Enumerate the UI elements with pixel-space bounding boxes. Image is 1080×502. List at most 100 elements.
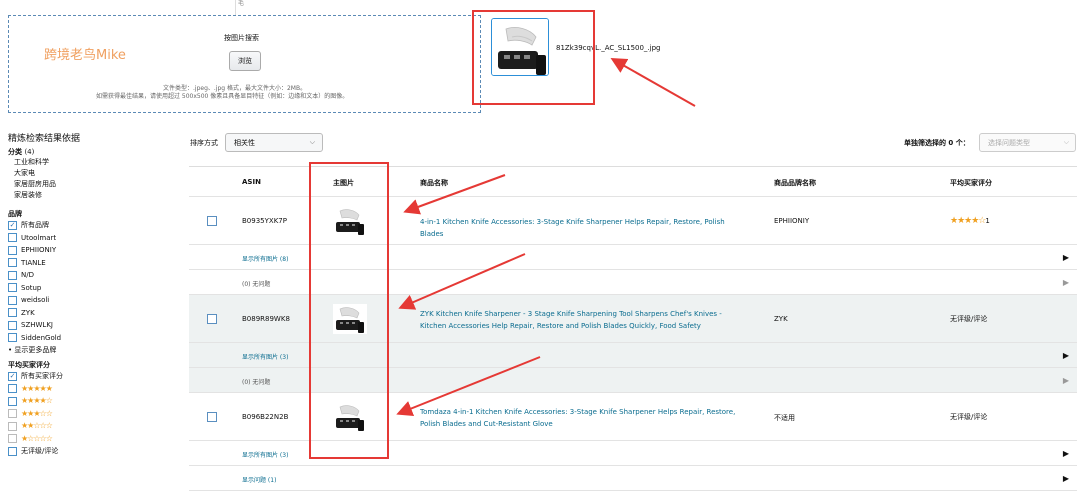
star-rating-icon: ★★★★★: [21, 383, 53, 393]
watermark-text: 跨境老鸟Mike: [44, 48, 126, 63]
checkbox-icon[interactable]: [8, 320, 17, 330]
expand-triangle-icon[interactable]: ▶: [1063, 278, 1069, 287]
filter-label: weidsoli: [21, 296, 50, 304]
filter-label: 无评级/评论: [21, 447, 59, 455]
arrow-to-preview: [610, 58, 696, 107]
category-title: 分类 (4): [8, 147, 183, 157]
brand-filter-item[interactable]: Utoolmart: [8, 232, 183, 245]
filter-label: SiddenGold: [21, 333, 62, 342]
brand-filter-item[interactable]: Sotup: [8, 282, 183, 295]
questions-row[interactable]: (0) 无问题: [242, 279, 270, 288]
expand-triangle-icon[interactable]: ▶: [1063, 253, 1069, 262]
row-product-title-link[interactable]: Tomdaza 4-in-1 Kitchen Knife Accessories…: [420, 406, 750, 430]
sort-value: 相关性: [234, 138, 255, 147]
rating-text: 无评级/评论: [950, 413, 988, 421]
rating-filter-item[interactable]: ★★☆☆☆: [8, 420, 183, 433]
rating-filter-item[interactable]: ★★★★★: [8, 383, 183, 396]
rating-count: 1: [985, 217, 990, 225]
rating-filter-item[interactable]: ★★★☆☆: [8, 408, 183, 421]
sort-dropdown[interactable]: 相关性 ⌵: [225, 133, 323, 152]
filter-label: N/D: [21, 271, 34, 279]
rating-filter-item[interactable]: 无评级/评论: [8, 445, 183, 458]
checkbox-icon[interactable]: [8, 384, 17, 394]
show-all-images-link[interactable]: 显示所有图片 (8): [242, 254, 288, 263]
checkbox-checked-icon[interactable]: ✓: [8, 371, 17, 381]
row-checkbox[interactable]: [207, 412, 217, 422]
checkbox-icon[interactable]: [8, 333, 17, 343]
checkbox-icon[interactable]: [8, 283, 17, 293]
annotation-box-image-column: [309, 162, 389, 459]
brand-title: 品牌: [8, 210, 22, 218]
show-all-images-link[interactable]: 显示所有图片 (3): [242, 450, 288, 459]
selected-count-label: 单独筛选择的 0 个：: [904, 139, 970, 147]
filter-label: EPHIIONIY: [21, 246, 57, 254]
upload-title: 按图片搜索: [224, 34, 259, 42]
category-item[interactable]: 家居厨房用品: [14, 179, 183, 190]
brand-filter-item[interactable]: TIANLE: [8, 257, 183, 270]
brand-filter-item[interactable]: SZHWLKJ: [8, 319, 183, 332]
header-asin: ASIN: [242, 178, 261, 186]
table-subrow[interactable]: 显示问题 (1) ▶: [189, 466, 1077, 491]
row-brand: 不适用: [774, 414, 795, 422]
filter-label: 所有品牌: [21, 221, 49, 229]
checkbox-checked-icon[interactable]: ✓: [8, 220, 17, 230]
brand-filter-item[interactable]: ZYK: [8, 307, 183, 320]
star-rating-icon: ★★★★☆: [950, 216, 986, 226]
checkbox-icon[interactable]: [8, 308, 17, 318]
category-item[interactable]: 家居装修: [14, 190, 183, 201]
star-rating-icon: ★☆☆☆☆: [21, 433, 53, 443]
brand-filter-item[interactable]: EPHIIONIY: [8, 244, 183, 257]
filter-label: ZYK: [21, 308, 35, 317]
row-product-title-link[interactable]: ZYK Kitchen Knife Sharpener - 3 Stage Kn…: [420, 308, 750, 332]
browse-button[interactable]: 浏览: [229, 51, 261, 71]
category-list: 工业和科学 大家电 家居厨房用品 家居装修: [8, 157, 183, 201]
category-item[interactable]: 工业和科学: [14, 157, 183, 168]
row-asin: B089R89WK8: [242, 315, 290, 323]
brand-filter-item[interactable]: N/D: [8, 269, 183, 282]
checkbox-icon[interactable]: [8, 434, 17, 444]
checkbox-icon[interactable]: [8, 421, 17, 431]
rating-filter-item[interactable]: ★★★★☆: [8, 395, 183, 408]
show-more-brands-link[interactable]: • 显示更多品牌: [8, 344, 183, 356]
category-count: (4): [24, 148, 35, 156]
expand-triangle-icon[interactable]: ▶: [1063, 449, 1069, 458]
checkbox-icon[interactable]: [8, 396, 17, 406]
brand-filter-item[interactable]: ✓ 所有品牌: [8, 219, 183, 232]
filter-label: SZHWLKJ: [21, 321, 53, 329]
questions-row[interactable]: 显示问题 (1): [242, 475, 276, 484]
checkbox-icon[interactable]: [8, 409, 17, 419]
checkbox-icon[interactable]: [8, 258, 17, 268]
expand-triangle-icon[interactable]: ▶: [1063, 474, 1069, 483]
checkbox-icon[interactable]: [8, 233, 17, 243]
issue-type-dropdown[interactable]: 选择问题类型 ⌵: [979, 133, 1076, 152]
sort-label: 排序方式: [190, 139, 218, 147]
page-root: 毛 跨境老鸟Mike 按图片搜索 浏览 文件类型：.jpeg、.jpg 格式，最…: [0, 0, 1080, 502]
row-checkbox[interactable]: [207, 216, 217, 226]
rating-filter-item[interactable]: ★☆☆☆☆: [8, 433, 183, 446]
filter-label: TIANLE: [21, 258, 46, 267]
row-product-title-link[interactable]: 4-in-1 Kitchen Knife Accessories: 3-Stag…: [420, 216, 750, 240]
row-rating: 无评级/评论: [950, 412, 987, 422]
category-item[interactable]: 大家电: [14, 168, 183, 179]
star-rating-icon: ★★★★☆: [21, 396, 53, 405]
chevron-down-icon: ⌵: [1063, 138, 1069, 146]
row-rating: 无评级/评论: [950, 314, 987, 324]
brand-filter-item[interactable]: weidsoli: [8, 294, 183, 307]
questions-row[interactable]: (0) 无问题: [242, 377, 270, 386]
expand-triangle-icon[interactable]: ▶: [1063, 376, 1069, 385]
brand-filter-item[interactable]: SiddenGold: [8, 332, 183, 345]
row-asin: B096B22N2B: [242, 413, 289, 421]
star-rating-icon: ★★★☆☆: [21, 408, 53, 418]
issue-type-placeholder: 选择问题类型: [988, 138, 1030, 147]
category-title-label: 分类: [8, 148, 22, 156]
checkbox-icon[interactable]: [8, 295, 17, 305]
top-small-text: 毛: [238, 0, 245, 7]
show-all-images-link[interactable]: 显示所有图片 (3): [242, 352, 288, 361]
rating-filter-item[interactable]: ✓ 所有买家评分: [8, 370, 183, 383]
checkbox-icon[interactable]: [8, 446, 17, 456]
expand-triangle-icon[interactable]: ▶: [1063, 351, 1069, 360]
checkbox-icon[interactable]: [8, 270, 17, 280]
row-checkbox[interactable]: [207, 314, 217, 324]
annotation-box-upload: [472, 10, 595, 105]
checkbox-icon[interactable]: [8, 245, 17, 255]
